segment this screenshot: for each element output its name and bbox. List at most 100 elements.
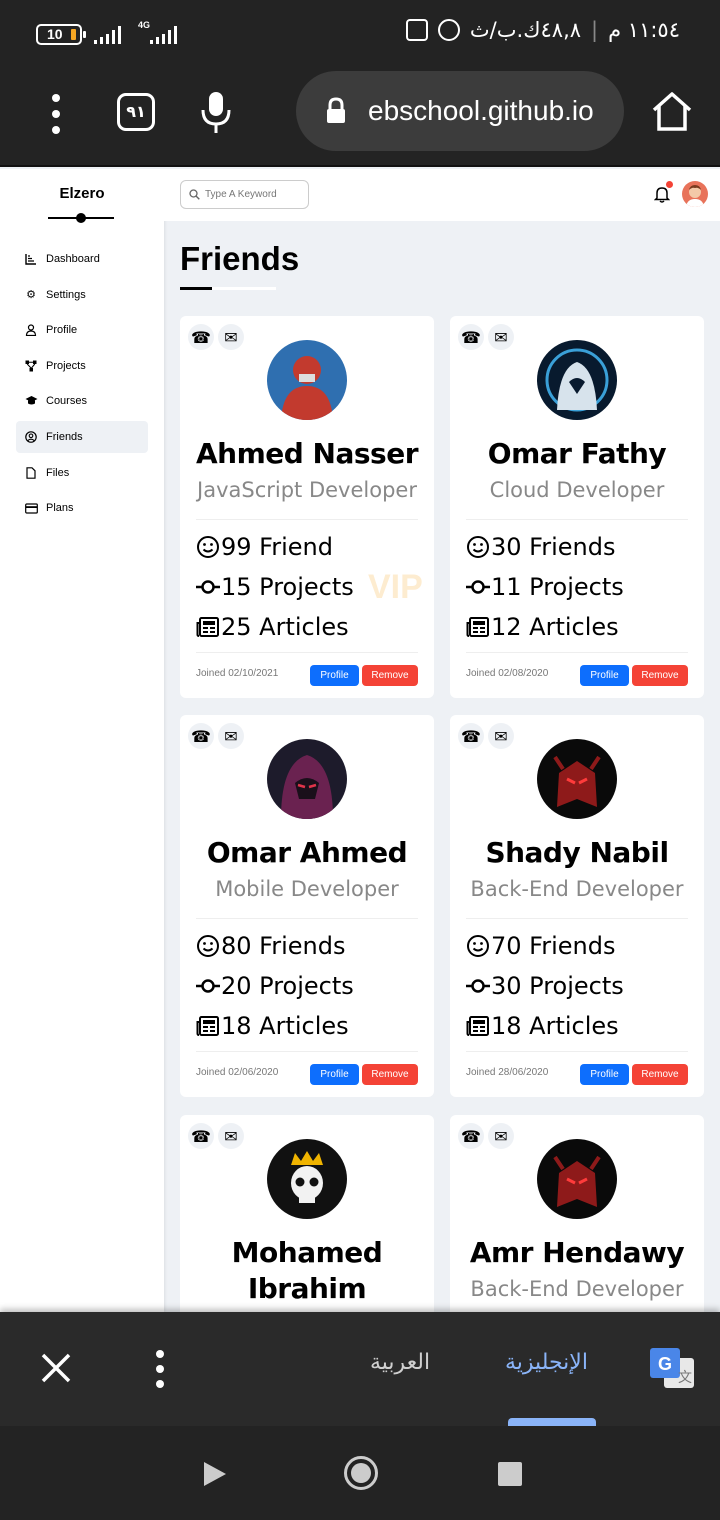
- status-bar: 10 4G ٤٨,٨ك.ب/ث | ١١:٥٤ م: [0, 0, 720, 66]
- wifi-signal-icon: [94, 26, 121, 44]
- avatar: [537, 739, 617, 819]
- friend-name: Omar Fathy: [487, 437, 667, 470]
- commit-icon: [466, 979, 490, 993]
- phone-icon[interactable]: ☎: [188, 324, 214, 350]
- profile-button[interactable]: Profile: [310, 665, 359, 686]
- network-speed: ٤٨,٨ك.ب/ث: [469, 18, 582, 42]
- sidebar-item-settings[interactable]: ⚙ Settings: [16, 279, 148, 311]
- friend-card: ☎ ✉ Shady Nabil Back-End Developer 70 Fr…: [450, 715, 704, 1097]
- sidebar-item-dashboard[interactable]: Dashboard: [16, 243, 148, 275]
- mail-icon[interactable]: ✉: [218, 723, 244, 749]
- profile-button[interactable]: Profile: [580, 1064, 629, 1085]
- address-bar[interactable]: ebschool.github.io: [296, 71, 624, 151]
- sidebar-item-plans[interactable]: Plans: [16, 492, 148, 524]
- friend-card: ☎ ✉ Ahmed Nasser JavaScript Developer 99…: [180, 316, 434, 698]
- phone-icon[interactable]: ☎: [188, 1123, 214, 1149]
- system-nav-bar: [0, 1426, 720, 1520]
- newspaper-icon: [196, 617, 219, 637]
- articles-count: 25 Articles: [196, 613, 349, 641]
- microphone-icon[interactable]: [200, 90, 232, 134]
- search-input[interactable]: Type A Keyword: [180, 180, 309, 209]
- projects-count: 30 Projects: [466, 972, 624, 1000]
- diagram-icon: [24, 359, 38, 373]
- avatar: [267, 340, 347, 420]
- tab-arabic[interactable]: العربية: [370, 1350, 430, 1375]
- remove-button[interactable]: Remove: [362, 1064, 418, 1085]
- tabs-count-button[interactable]: ٩١: [117, 93, 155, 131]
- phone-icon[interactable]: ☎: [458, 723, 484, 749]
- close-icon[interactable]: [40, 1352, 72, 1384]
- articles-count: 12 Articles: [466, 613, 619, 641]
- home-icon[interactable]: [650, 90, 694, 132]
- sidebar-item-projects[interactable]: Projects: [16, 350, 148, 382]
- joined-date: Joined 28/06/2020: [466, 1067, 549, 1078]
- status-right: ٤٨,٨ك.ب/ث | ١١:٥٤ م: [405, 18, 680, 42]
- tab-indicator: [508, 1418, 596, 1426]
- sidebar-item-friends[interactable]: Friends: [16, 420, 148, 453]
- remove-button[interactable]: Remove: [362, 665, 418, 686]
- sidebar-item-profile[interactable]: Profile: [16, 314, 148, 346]
- mail-icon[interactable]: ✉: [218, 1123, 244, 1149]
- avatar[interactable]: [682, 181, 708, 207]
- profile-button[interactable]: Profile: [580, 665, 629, 686]
- home-button[interactable]: [344, 1456, 378, 1490]
- friend-name: Ahmed Nasser: [195, 437, 419, 470]
- recents-button[interactable]: [498, 1462, 522, 1486]
- joined-date: Joined 02/10/2021: [196, 668, 279, 679]
- vip-badge: VIP: [368, 568, 423, 606]
- profile-button[interactable]: Profile: [310, 1064, 359, 1085]
- sidebar-item-courses[interactable]: Courses: [16, 385, 148, 417]
- translate-menu-icon[interactable]: [154, 1350, 166, 1388]
- friend-name: Omar Ahmed: [206, 836, 408, 869]
- friend-job: Back-End Developer: [470, 877, 684, 901]
- friend-card: ☎ ✉ Omar Fathy Cloud Developer 30 Friend…: [450, 316, 704, 698]
- sidebar-item-files[interactable]: Files: [16, 457, 148, 489]
- user-circle-icon: [24, 430, 38, 444]
- url-text: ebschool.github.io: [368, 95, 594, 126]
- credit-card-icon: [24, 501, 38, 515]
- clock: ١١:٥٤ م: [608, 18, 680, 42]
- svg-text:G: G: [658, 1354, 672, 1374]
- friends-count: 30 Friends: [466, 533, 615, 561]
- smile-icon: [197, 935, 219, 957]
- avatar: [267, 739, 347, 819]
- friend-job: Cloud Developer: [489, 478, 665, 502]
- articles-count: 18 Articles: [196, 1012, 349, 1040]
- browser-menu-icon[interactable]: [50, 94, 62, 134]
- sidebar: Elzero Dashboard ⚙ Settings Profile Proj…: [0, 169, 164, 1312]
- tab-english[interactable]: الإنجليزية: [505, 1350, 588, 1375]
- alarm-icon: [437, 19, 460, 41]
- translate-bar: العربية الإنجليزية G 文: [0, 1312, 720, 1426]
- commit-icon: [196, 580, 220, 594]
- projects-count: 11 Projects: [466, 573, 624, 601]
- network-type: 4G: [138, 20, 151, 30]
- notification-badge: [666, 181, 673, 188]
- file-icon: [24, 466, 38, 480]
- mail-icon[interactable]: ✉: [488, 324, 514, 350]
- mail-icon[interactable]: ✉: [218, 324, 244, 350]
- friend-name: Shady Nabil: [485, 836, 669, 869]
- chart-icon: [24, 252, 38, 266]
- friend-name: Amr Hendawy: [469, 1236, 685, 1269]
- friend-card: ☎ ✉ Omar Ahmed Mobile Developer 80 Frien…: [180, 715, 434, 1097]
- avatar: [537, 1139, 617, 1219]
- friend-name: Mohamed Ibrahim: [231, 1236, 383, 1305]
- newspaper-icon: [466, 617, 489, 637]
- commit-icon: [466, 580, 490, 594]
- joined-date: Joined 02/06/2020: [196, 1067, 279, 1078]
- projects-count: 20 Projects: [196, 972, 354, 1000]
- commit-icon: [196, 979, 220, 993]
- page-title: Friends: [180, 240, 300, 277]
- back-icon[interactable]: [202, 1460, 228, 1488]
- mail-icon[interactable]: ✉: [488, 1123, 514, 1149]
- phone-icon[interactable]: ☎: [458, 324, 484, 350]
- friends-count: 80 Friends: [196, 932, 345, 960]
- phone-icon[interactable]: ☎: [188, 723, 214, 749]
- remove-button[interactable]: Remove: [632, 1064, 688, 1085]
- friend-card: ☎ ✉ Mohamed Ibrahim: [180, 1115, 434, 1312]
- remove-button[interactable]: Remove: [632, 665, 688, 686]
- page-header: Type A Keyword: [164, 169, 720, 221]
- phone-icon[interactable]: ☎: [458, 1123, 484, 1149]
- title-underline: [180, 287, 212, 290]
- mail-icon[interactable]: ✉: [488, 723, 514, 749]
